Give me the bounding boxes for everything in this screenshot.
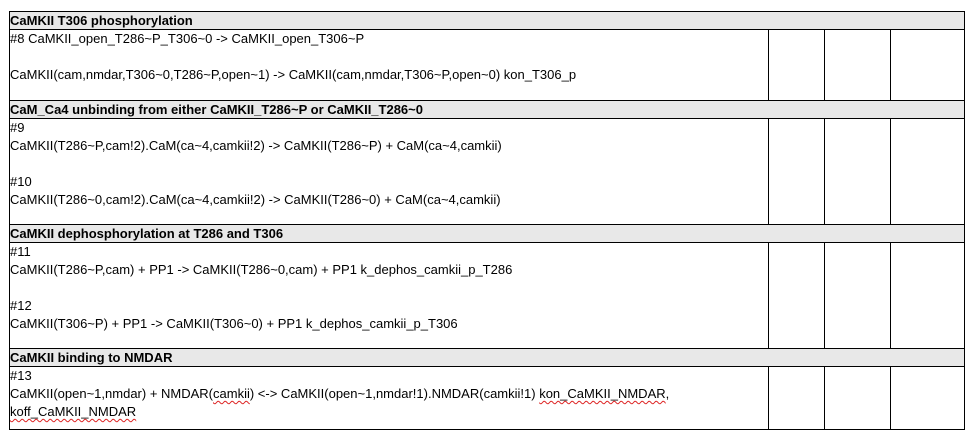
spellcheck-flag: kon_CaMKII_NMDAR: [539, 386, 666, 401]
rule-text: CaMKII(open~1,nmdar) + NMDAR(: [10, 386, 214, 401]
empty-cell: [768, 242, 825, 349]
section-header-cam-unbinding: CaM_Ca4 unbinding from either CaMKII_T28…: [9, 100, 965, 119]
rule-line: CaMKII(T286~0,cam!2).CaM(ca~4,camkii!2) …: [10, 192, 501, 207]
rule-line: #8 CaMKII_open_T286~P_T306~0 -> CaMKII_o…: [10, 31, 365, 46]
empty-cell: [824, 29, 891, 101]
rule-number: #11: [10, 244, 31, 259]
empty-cell: [890, 242, 965, 349]
spellcheck-flag: camkii: [213, 386, 250, 401]
empty-cell: [890, 29, 965, 101]
rule-line: CaMKII(T286~P,cam!2).CaM(ca~4,camkii!2) …: [10, 138, 502, 153]
rule-number: #10: [10, 174, 32, 189]
rule-cell: #11 CaMKII(T286~P,cam) + PP1 -> CaMKII(T…: [9, 242, 769, 349]
empty-cell: [768, 118, 825, 225]
reaction-rules-table: CaMKII T306 phosphorylation #8 CaMKII_op…: [9, 11, 965, 430]
spellcheck-flag: koff_CaMKII_NMDAR: [10, 404, 137, 419]
rule-line: CaMKII(T286~P,cam) + PP1 -> CaMKII(T286~…: [10, 262, 513, 277]
section-header-t306-phosphorylation: CaMKII T306 phosphorylation: [9, 11, 965, 30]
section-header-dephosphorylation: CaMKII dephosphorylation at T286 and T30…: [9, 224, 965, 243]
rule-line: CaMKII(T306~P) + PP1 -> CaMKII(T306~0) +…: [10, 316, 458, 331]
rule-cell: #9 CaMKII(T286~P,cam!2).CaM(ca~4,camkii!…: [9, 118, 769, 225]
rule-number: #9: [10, 120, 25, 135]
empty-cell: [890, 366, 965, 430]
empty-cell: [768, 29, 825, 101]
rule-number: #12: [10, 298, 32, 313]
rule-line: koff_CaMKII_NMDAR: [10, 403, 768, 421]
section-header-nmdar-binding: CaMKII binding to NMDAR: [9, 348, 965, 367]
rule-text: ) <-> CaMKII(open~1,nmdar!1).NMDAR(camki…: [249, 386, 540, 401]
rule-line: CaMKII(open~1,nmdar) + NMDAR(camkii) <->…: [10, 385, 768, 403]
empty-cell: [768, 366, 825, 430]
empty-cell: [824, 118, 891, 225]
rule-cell: #8 CaMKII_open_T286~P_T306~0 -> CaMKII_o…: [9, 29, 769, 101]
empty-cell: [890, 118, 965, 225]
rule-line: CaMKII(cam,nmdar,T306~0,T286~P,open~1) -…: [10, 67, 577, 82]
rule-cell: #13 CaMKII(open~1,nmdar) + NMDAR(camkii)…: [9, 366, 769, 430]
empty-cell: [824, 366, 891, 430]
rule-number: #13: [10, 368, 32, 383]
empty-cell: [824, 242, 891, 349]
rule-text: ,: [665, 386, 670, 401]
